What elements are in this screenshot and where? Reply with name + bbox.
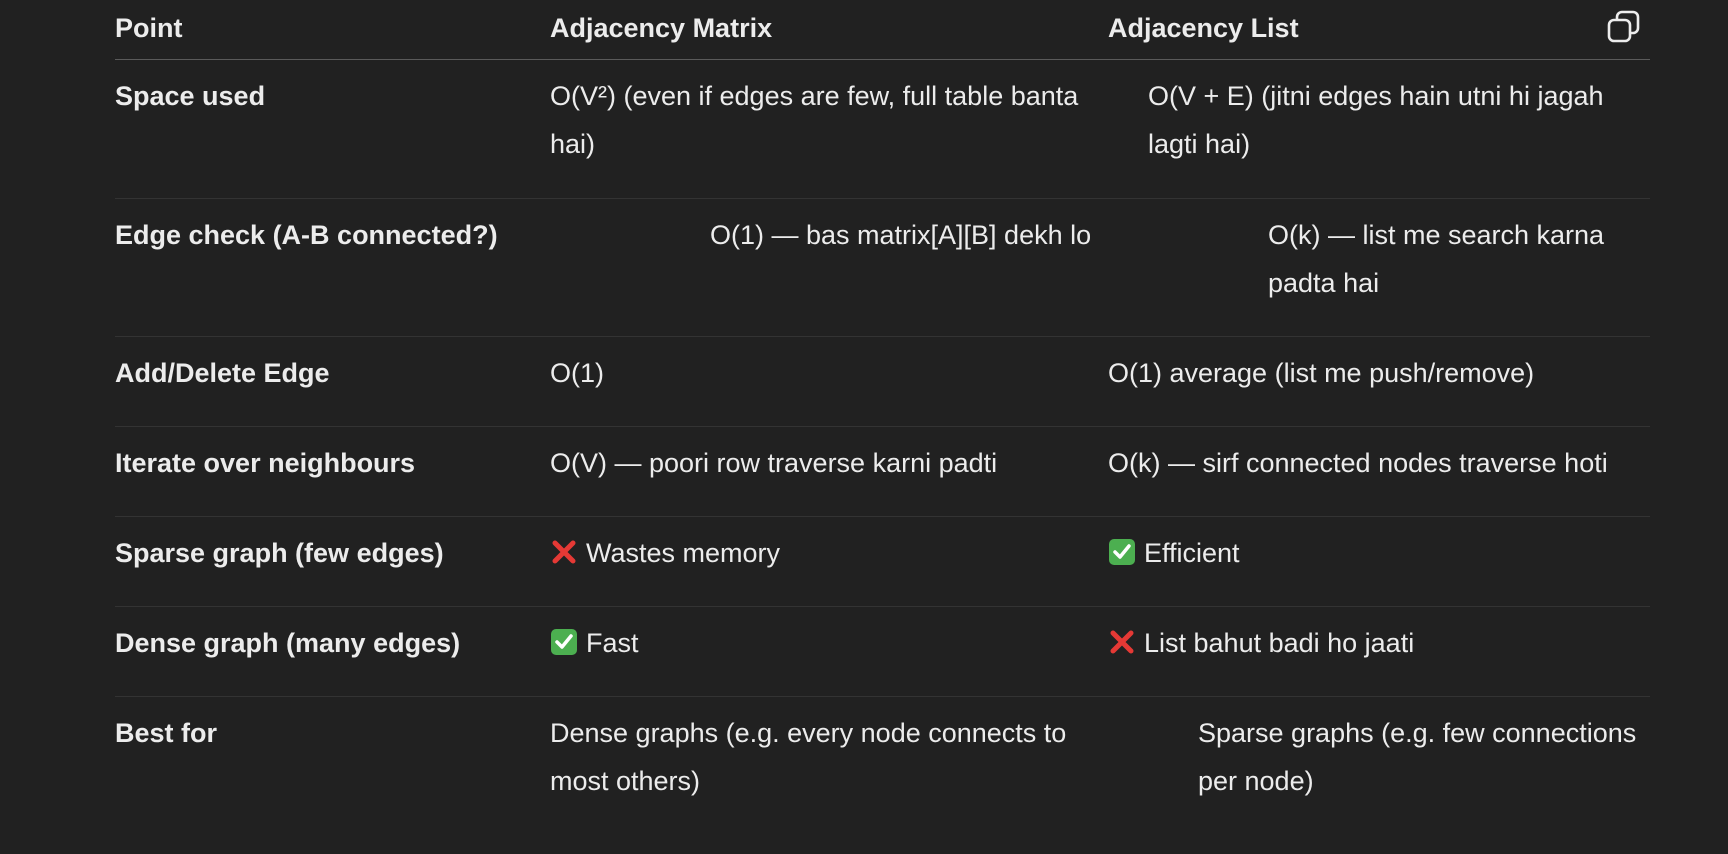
row-point: Edge check (A-B connected?) <box>115 220 498 250</box>
table-header-row: Point Adjacency Matrix Adjacency List <box>115 0 1650 60</box>
row-point: Iterate over neighbours <box>115 448 416 478</box>
cross-mark-icon <box>1110 630 1134 654</box>
row-list: List bahut badi ho jaati <box>1144 628 1415 658</box>
row-matrix: O(V²) (even if edges are few, full table… <box>550 81 1079 159</box>
table-row: Add/Delete Edge O(1) O(1) average (list … <box>115 337 1650 427</box>
row-list-cell: Efficient <box>1108 517 1650 606</box>
check-mark-icon <box>551 629 577 655</box>
row-matrix: O(1) — bas matrix[A][B] dekh lo <box>710 220 1092 250</box>
table-row: Best for Dense graphs (e.g. every node c… <box>115 697 1650 837</box>
check-mark-icon <box>1109 539 1135 565</box>
cross-mark-icon <box>552 540 576 564</box>
row-list: Sparse graphs (e.g. few connections per … <box>1198 718 1637 796</box>
row-matrix: Fast <box>586 628 639 658</box>
row-list: O(k) — list me search karna padta hai <box>1268 220 1605 298</box>
row-point: Sparse graph (few edges) <box>115 538 444 568</box>
table-row: Sparse graph (few edges) Wastes memory E… <box>115 517 1650 607</box>
row-list: Efficient <box>1144 538 1240 568</box>
row-list-cell: List bahut badi ho jaati <box>1108 607 1650 696</box>
row-list: O(1) average (list me push/remove) <box>1108 358 1535 388</box>
row-list: O(k) — sirf connected nodes traverse hot… <box>1108 448 1608 478</box>
header-adjacency-list: Adjacency List <box>1108 13 1299 43</box>
row-matrix: O(1) <box>550 358 604 388</box>
row-list: O(V + E) (jitni edges hain utni hi jagah… <box>1148 81 1604 159</box>
row-matrix-cell: Wastes memory <box>550 517 1108 606</box>
header-point: Point <box>115 13 183 43</box>
row-point: Best for <box>115 718 218 748</box>
table-row: Dense graph (many edges) Fast List bahut… <box>115 607 1650 697</box>
row-point: Add/Delete Edge <box>115 358 330 388</box>
table-row: Iterate over neighbours O(V) — poori row… <box>115 427 1650 517</box>
row-point: Dense graph (many edges) <box>115 628 461 658</box>
comparison-table: Point Adjacency Matrix Adjacency List Sp… <box>115 0 1650 837</box>
row-matrix: Wastes memory <box>586 538 781 568</box>
row-matrix: O(V) — poori row traverse karni padti <box>550 448 998 478</box>
header-adjacency-matrix: Adjacency Matrix <box>550 13 773 43</box>
copy-icon <box>1607 10 1640 43</box>
copy-button[interactable] <box>1606 9 1642 45</box>
row-matrix-cell: Fast <box>550 607 1108 696</box>
table-row: Edge check (A-B connected?) O(1) — bas m… <box>115 199 1650 337</box>
row-matrix: Dense graphs (e.g. every node connects t… <box>550 718 1067 796</box>
table-row: Space used O(V²) (even if edges are few,… <box>115 60 1650 199</box>
row-point: Space used <box>115 81 266 111</box>
